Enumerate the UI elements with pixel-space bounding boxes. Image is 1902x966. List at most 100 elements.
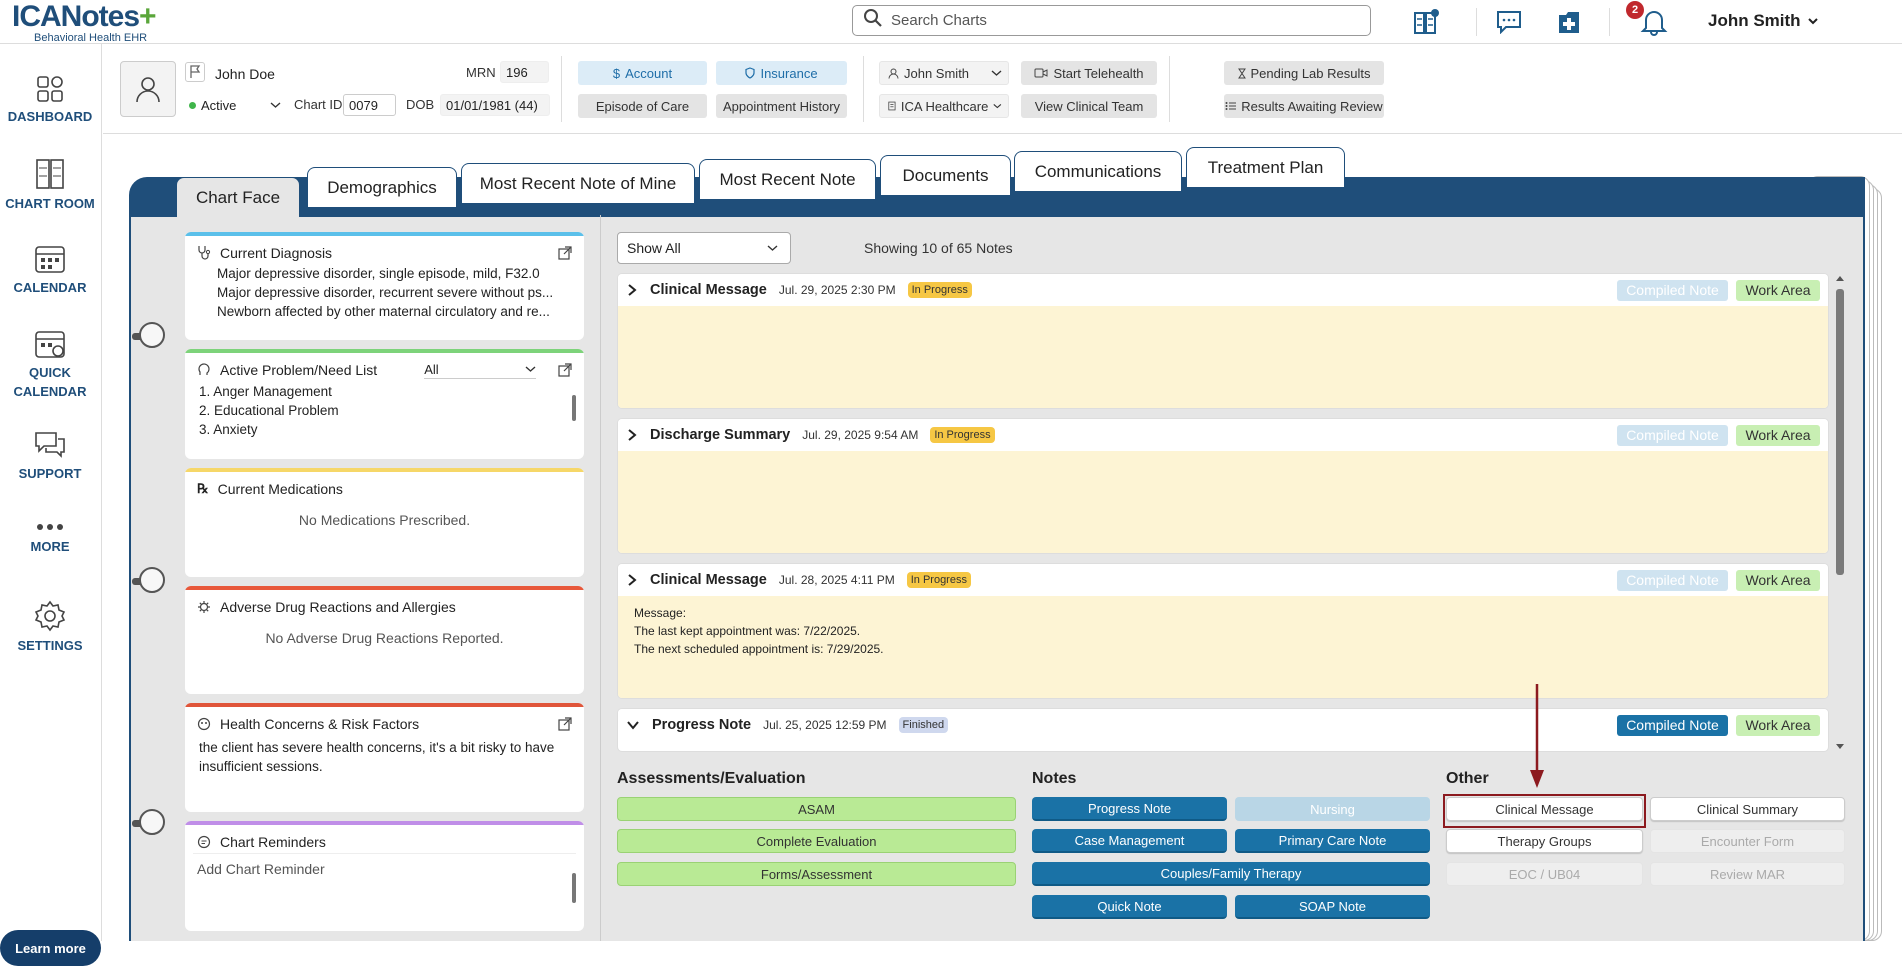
external-link-icon[interactable] <box>558 362 572 377</box>
work-area-button[interactable]: Work Area <box>1736 424 1820 446</box>
patient-status-select[interactable]: Active <box>185 94 285 116</box>
notes-scrollbar[interactable] <box>1833 271 1847 755</box>
therapy-groups-button[interactable]: Therapy Groups <box>1446 829 1643 853</box>
tab-most-recent-note-of-mine[interactable]: Most Recent Note of Mine <box>461 163 695 203</box>
note-card[interactable]: Discharge Summary Jul. 29, 2025 9:54 AM … <box>617 418 1829 554</box>
work-area-button[interactable]: Work Area <box>1736 569 1820 591</box>
compiled-note-button[interactable]: Compiled Note <box>1617 714 1728 736</box>
problem-filter-select[interactable]: All <box>424 360 537 379</box>
primary-care-note-button[interactable]: Primary Care Note <box>1235 829 1430 853</box>
work-area-button[interactable]: Work Area <box>1736 714 1820 736</box>
review-mar-button[interactable]: Review MAR <box>1650 862 1845 886</box>
scrollbar-thumb[interactable] <box>1836 289 1844 575</box>
compiled-note-button[interactable]: Compiled Note <box>1617 424 1728 446</box>
external-link-icon[interactable] <box>558 245 572 260</box>
external-link-icon[interactable] <box>558 716 572 731</box>
scroll-down-arrow-icon[interactable] <box>1835 743 1845 751</box>
progress-note-button[interactable]: Progress Note <box>1032 797 1227 821</box>
patient-avatar[interactable] <box>120 61 176 117</box>
forms-assessment-button[interactable]: Forms/Assessment <box>617 862 1016 886</box>
tab-demographics[interactable]: Demographics <box>307 167 457 207</box>
note-card[interactable]: Progress Note Jul. 25, 2025 12:59 PM Fin… <box>617 708 1829 752</box>
pending-lab-results-button[interactable]: Pending Lab Results <box>1224 61 1384 85</box>
appointment-history-button[interactable]: Appointment History <box>716 94 847 118</box>
note-title: Clinical Message <box>650 282 767 298</box>
shield-icon <box>745 67 756 79</box>
flag-button[interactable] <box>185 62 205 82</box>
tab-treatment-plan[interactable]: Treatment Plan <box>1186 147 1345 187</box>
chevron-down-icon <box>993 104 1002 109</box>
list-item: 3. Anxiety <box>199 422 258 437</box>
sidebar-item-quick-calendar[interactable]: QUICK CALENDAR <box>0 329 100 399</box>
chevron-right-icon[interactable] <box>626 573 638 587</box>
sidebar-item-more[interactable]: MORE <box>0 521 100 554</box>
patient-header: John Doe Active Chart ID 0079 MRN 196 DO… <box>103 44 1902 134</box>
view-clinical-team-button[interactable]: View Clinical Team <box>1021 94 1157 118</box>
work-area-button[interactable]: Work Area <box>1736 279 1820 301</box>
tab-most-recent-note[interactable]: Most Recent Note <box>699 159 876 199</box>
note-title: Clinical Message <box>650 572 767 588</box>
sidebar-item-support[interactable]: SUPPORT <box>0 430 100 481</box>
hourglass-icon <box>1237 68 1246 78</box>
couples-family-therapy-button[interactable]: Couples/Family Therapy <box>1032 862 1430 886</box>
ica-notes-logo[interactable]: ICANotes+ Behavioral Health EHR <box>12 2 157 45</box>
sidebar-item-dashboard[interactable]: DASHBOARD <box>0 75 100 124</box>
soap-note-button[interactable]: SOAP Note <box>1235 895 1430 919</box>
tab-communications[interactable]: Communications <box>1014 151 1182 191</box>
case-management-button[interactable]: Case Management <box>1032 829 1227 853</box>
encounter-form-button[interactable]: Encounter Form <box>1650 829 1845 853</box>
asam-button[interactable]: ASAM <box>617 797 1016 821</box>
search-charts-box[interactable] <box>852 5 1371 36</box>
nursing-button[interactable]: Nursing <box>1235 797 1430 821</box>
video-camera-icon <box>1034 68 1048 78</box>
annotation-arrow-icon <box>1530 684 1544 788</box>
search-charts-input[interactable] <box>891 12 1351 29</box>
messages-icon[interactable] <box>1493 6 1525 38</box>
start-telehealth-button[interactable]: Start Telehealth <box>1021 61 1157 85</box>
reminders-scrollbar[interactable] <box>570 861 578 923</box>
learn-more-button[interactable]: Learn more <box>0 930 101 966</box>
office-select[interactable]: ICA Healthcare Offi <box>879 94 1009 118</box>
account-button[interactable]: $ Account <box>578 61 707 85</box>
chart-room-icon <box>36 159 64 189</box>
eoc-ub04-button[interactable]: EOC / UB04 <box>1446 862 1643 886</box>
chevron-down-icon[interactable] <box>626 719 640 731</box>
chart-id-field[interactable]: 0079 <box>343 94 396 116</box>
quick-note-button[interactable]: Quick Note <box>1032 895 1227 919</box>
chart-room-quick-icon[interactable] <box>1410 6 1442 38</box>
scroll-up-arrow-icon[interactable] <box>1835 274 1845 282</box>
active-problem-list-widget: Active Problem/Need List All 1. Anger Ma… <box>185 349 584 459</box>
compiled-note-button[interactable]: Compiled Note <box>1617 279 1728 301</box>
notes-filter-select[interactable]: Show All <box>617 232 791 264</box>
compiled-note-button[interactable]: Compiled Note <box>1617 569 1728 591</box>
sidebar-item-settings[interactable]: SETTINGS <box>0 600 100 653</box>
episode-of-care-button[interactable]: Episode of Care <box>578 94 707 118</box>
user-menu[interactable]: John Smith <box>1708 11 1819 31</box>
tab-documents[interactable]: Documents <box>880 155 1011 195</box>
sidebar-item-calendar[interactable]: CALENDAR <box>0 244 100 295</box>
chevron-right-icon[interactable] <box>626 428 638 442</box>
tab-chart-face[interactable]: Chart Face <box>176 177 300 217</box>
clinical-summary-button[interactable]: Clinical Summary <box>1650 797 1845 821</box>
brain-icon <box>198 362 210 375</box>
add-chart-reminder-input[interactable]: Add Chart Reminder <box>193 853 576 884</box>
chevron-down-icon <box>1807 18 1818 25</box>
note-card[interactable]: Clinical Message Jul. 28, 2025 4:11 PM I… <box>617 563 1829 699</box>
note-preview <box>618 306 1828 408</box>
note-card[interactable]: Clinical Message Jul. 29, 2025 2:30 PM I… <box>617 273 1829 409</box>
note-preview: Message: The last kept appointment was: … <box>618 596 1828 698</box>
chevron-down-icon <box>270 102 281 108</box>
note-date: Jul. 29, 2025 9:54 AM <box>802 428 919 442</box>
list-item: Newborn affected by other maternal circu… <box>217 302 570 321</box>
binder-ring <box>132 567 165 593</box>
add-patient-chart-icon[interactable] <box>1553 6 1585 38</box>
left-sidebar: DASHBOARD CHART ROOM CALENDAR QUICK CALE… <box>0 44 102 966</box>
insurance-button[interactable]: Insurance <box>716 61 847 85</box>
clinician-select[interactable]: John Smith <box>879 61 1009 85</box>
complete-evaluation-button[interactable]: Complete Evaluation <box>617 829 1016 853</box>
chevron-right-icon[interactable] <box>626 283 638 297</box>
health-concerns-widget: Health Concerns & Risk Factors the clien… <box>185 703 584 812</box>
results-awaiting-review-button[interactable]: Results Awaiting Review <box>1224 94 1384 118</box>
sidebar-item-chart-room[interactable]: CHART ROOM <box>0 158 100 211</box>
problem-list-scrollbar[interactable] <box>570 383 578 447</box>
